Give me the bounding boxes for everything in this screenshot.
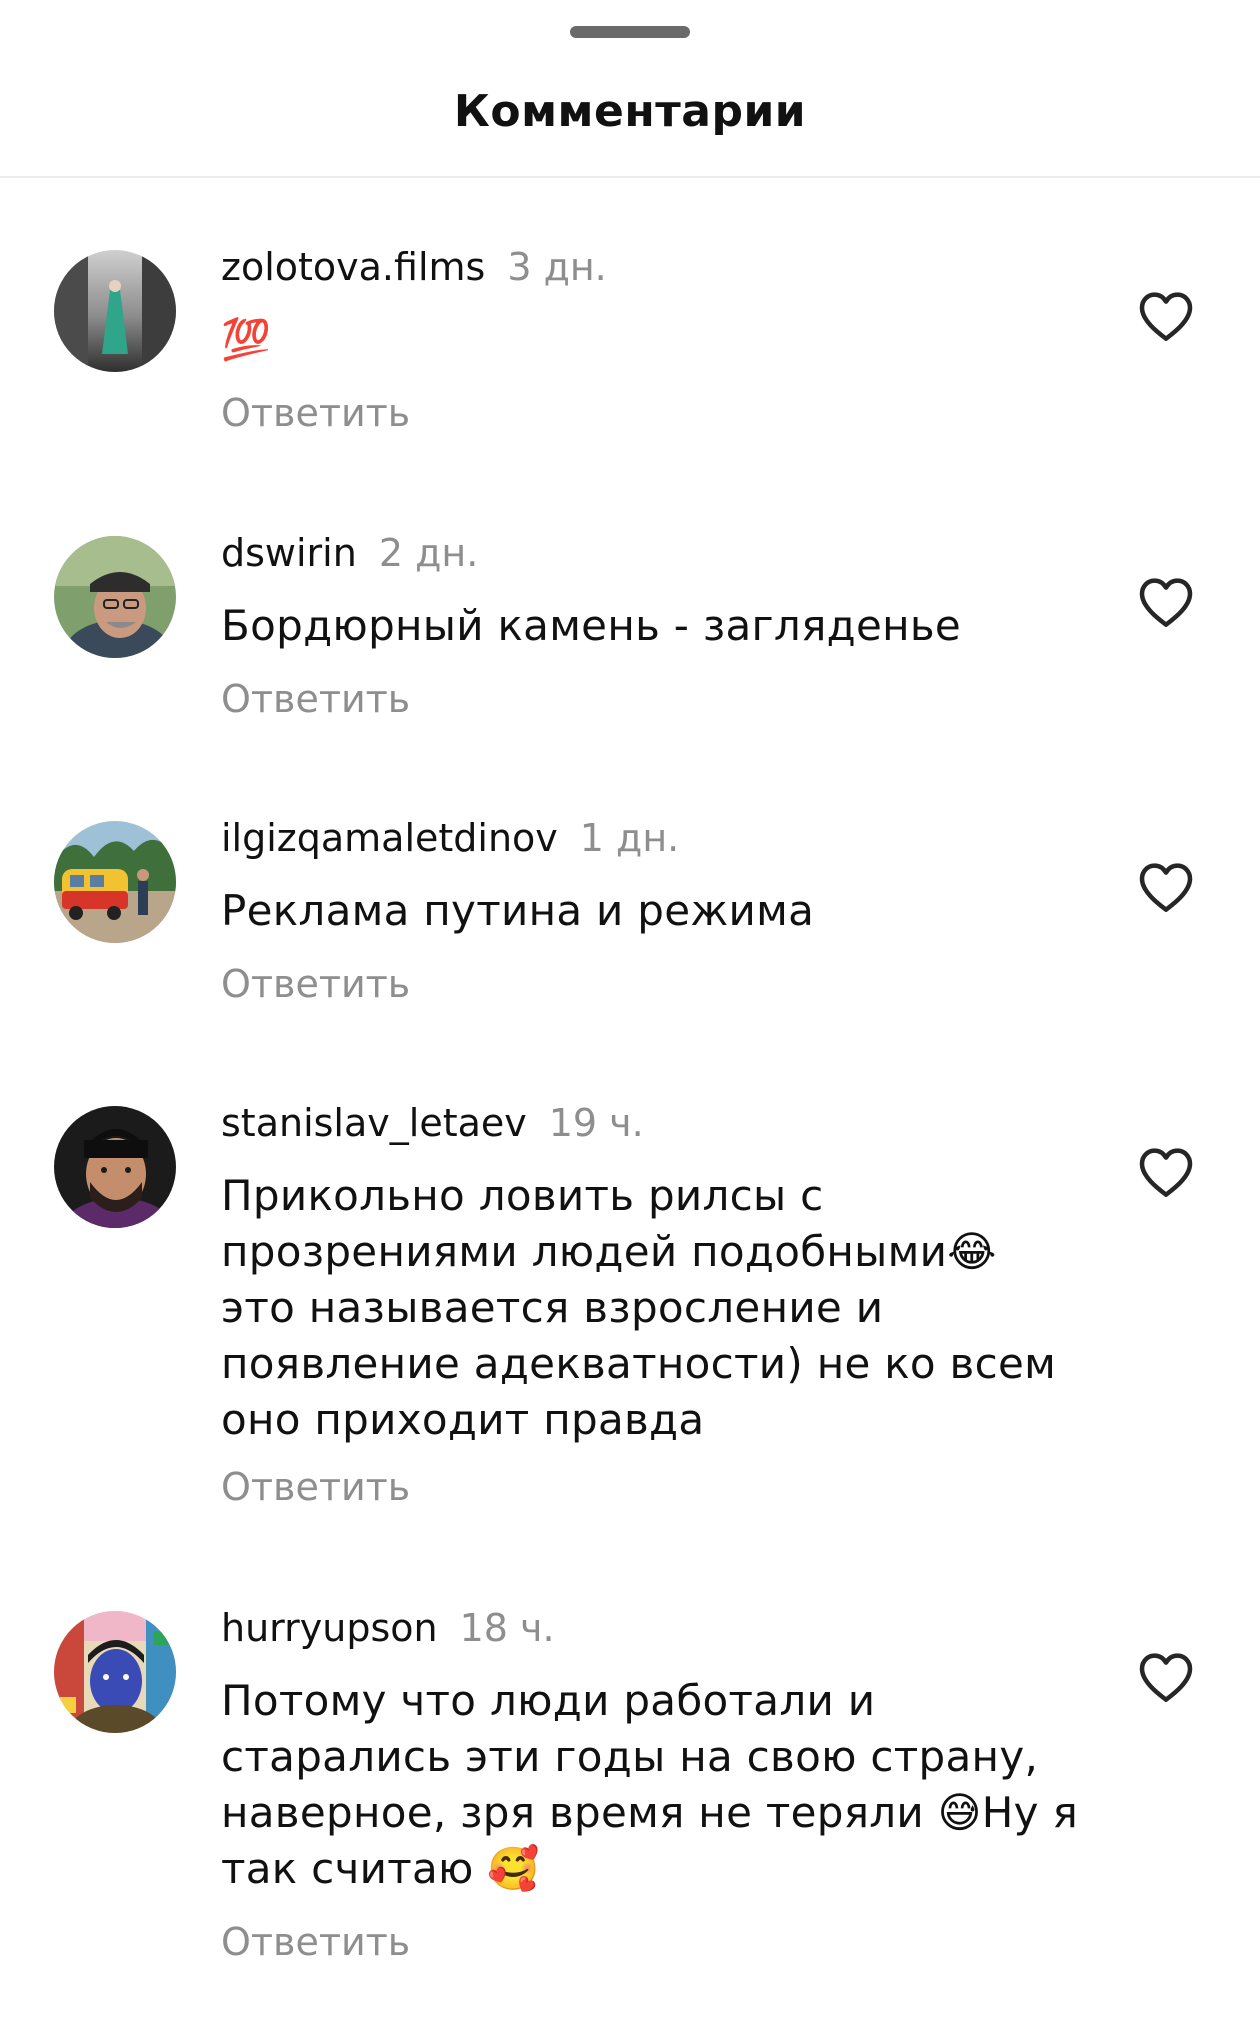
avatar[interactable] [54,821,176,943]
comment-username[interactable]: stanislav_letaev [221,1101,527,1145]
comment-text: Прикольно ловить рилсы с прозрениями люд… [221,1171,1057,1444]
comment-timestamp: 1 дн. [579,816,680,860]
comment-text: Реклама путина и режима [221,886,815,935]
avatar[interactable] [54,536,176,658]
comment-text: 💯 [221,317,272,363]
comment-text: Потому что люди работали и старались эти… [221,1676,1079,1893]
avatar[interactable] [54,250,176,372]
heart-outline-icon[interactable] [1134,1140,1198,1204]
reply-button[interactable]: Ответить [221,388,410,438]
avatar[interactable] [54,1611,176,1733]
reply-button[interactable]: Ответить [221,1462,410,1512]
drag-handle[interactable] [570,26,690,38]
comment-timestamp: 19 ч. [548,1101,644,1145]
comment-username[interactable]: zolotova.films [221,245,485,289]
comment-meta: stanislav_letaev 19 ч. [221,1098,644,1148]
comments-sheet-header: Комментарии [0,0,1260,178]
sheet-title: Комментарии [453,86,807,137]
comment-text: Бордюрный камень - загляденье [221,601,962,650]
comment-meta: hurryupson 18 ч. [221,1603,555,1653]
comment-timestamp: 3 дн. [507,245,607,289]
heart-outline-icon[interactable] [1134,284,1198,348]
reply-button[interactable]: Ответить [221,959,410,1009]
comment-timestamp: 2 дн. [378,531,479,575]
comment-username[interactable]: dswirin [221,531,357,575]
heart-outline-icon[interactable] [1134,570,1198,634]
comment-username[interactable]: ilgizqamaletdinov [221,816,558,860]
comment-timestamp: 18 ч. [459,1606,555,1650]
heart-outline-icon[interactable] [1134,855,1198,919]
avatar[interactable] [54,1106,176,1228]
comment-meta: dswirin 2 дн. [221,528,478,578]
reply-button[interactable]: Ответить [221,1917,410,1967]
comment-meta: ilgizqamaletdinov 1 дн. [221,813,679,863]
reply-button[interactable]: Ответить [221,674,410,724]
heart-outline-icon[interactable] [1134,1645,1198,1709]
comment-username[interactable]: hurryupson [221,1606,438,1650]
comment-meta: zolotova.films 3 дн. [221,242,607,292]
